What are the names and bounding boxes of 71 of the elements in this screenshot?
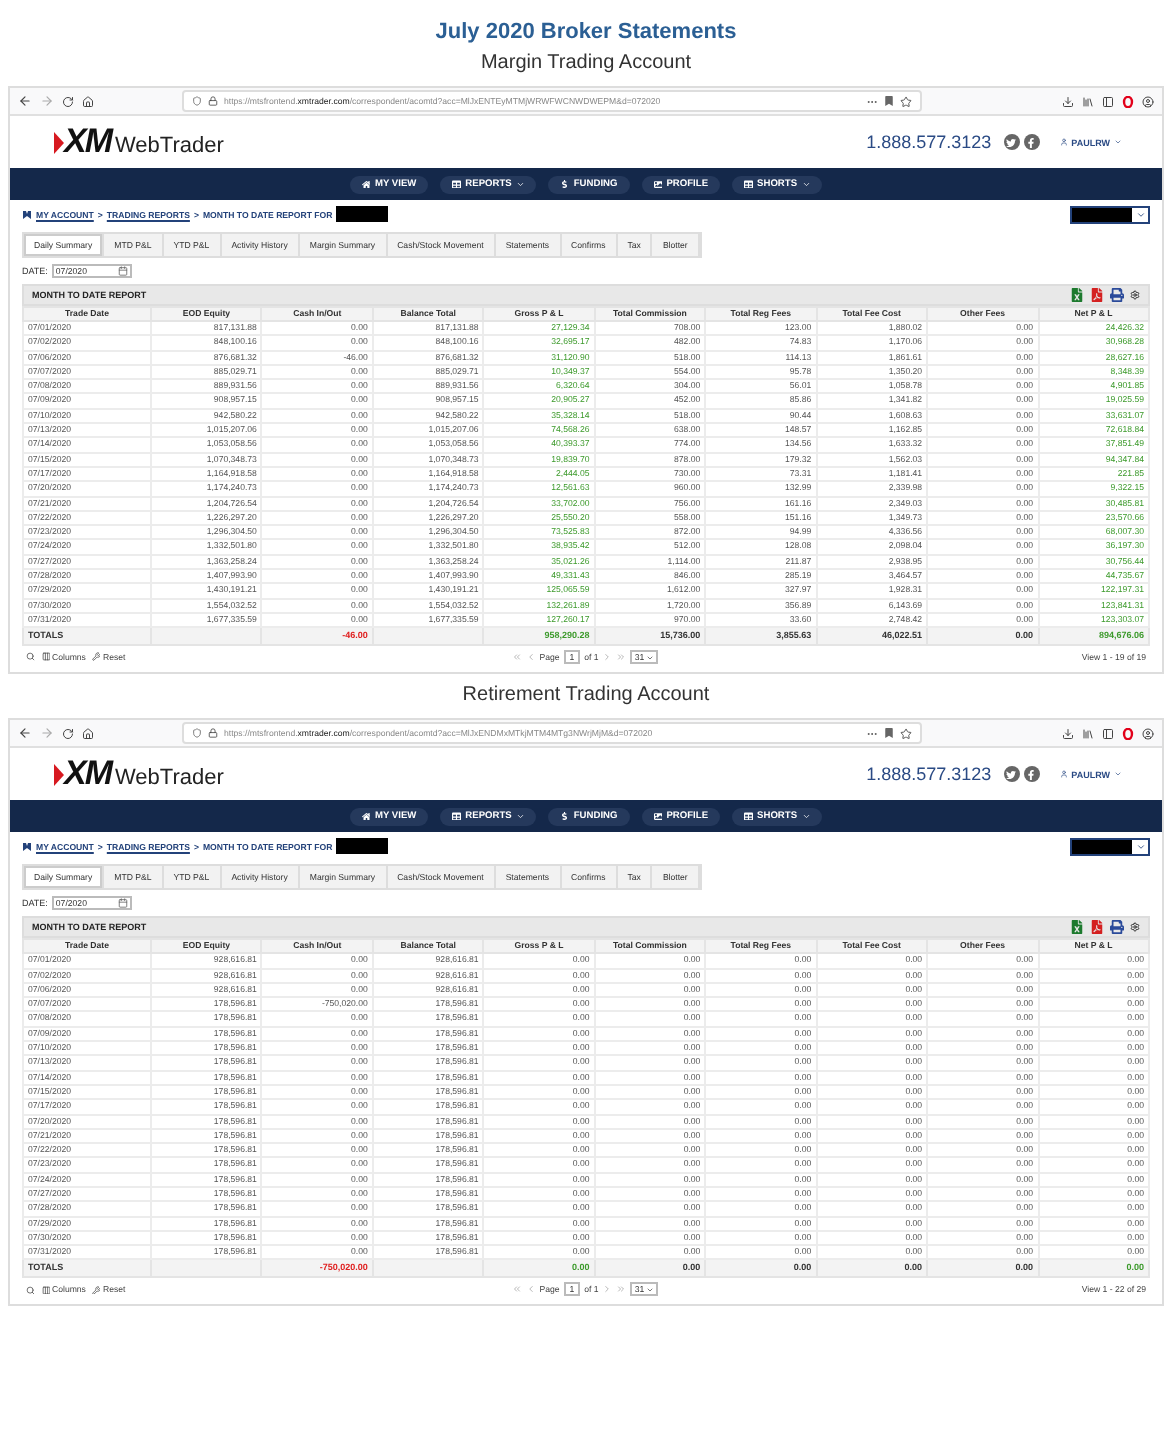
redaction-bar xyxy=(336,206,389,222)
page-heading: July 2020 Broker Statements xyxy=(435,20,737,46)
twitter-icon[interactable] xyxy=(1003,766,1020,783)
back-icon[interactable] xyxy=(18,726,32,741)
library-icon[interactable] xyxy=(1082,95,1094,107)
grid-icon xyxy=(744,811,754,821)
site-logo[interactable]: XMWebTrader xyxy=(54,126,224,158)
reload-icon[interactable] xyxy=(62,727,74,740)
account-select[interactable] xyxy=(1070,837,1150,856)
account-icon[interactable] xyxy=(1142,95,1154,107)
home-icon xyxy=(361,811,371,821)
bookmark-icon xyxy=(22,841,32,852)
pocket-icon[interactable] xyxy=(884,96,894,106)
reload-icon[interactable] xyxy=(62,95,74,107)
caret-icon xyxy=(1135,841,1145,852)
phone-number: 1.888.577.3123 xyxy=(866,764,992,785)
user-icon xyxy=(1059,770,1068,779)
facebook-icon[interactable] xyxy=(1023,134,1040,150)
home-icon[interactable] xyxy=(82,95,94,107)
search-icon[interactable] xyxy=(26,1285,35,1295)
print-icon[interactable] xyxy=(1110,288,1124,302)
account-subtitle: Retirement Trading Account xyxy=(462,684,710,709)
ring-icon[interactable] xyxy=(1122,95,1134,107)
twitter-icon[interactable] xyxy=(1003,134,1020,150)
grid-icon xyxy=(744,179,754,189)
user-icon xyxy=(1059,138,1068,146)
image-icon xyxy=(653,811,663,821)
print-icon[interactable] xyxy=(1110,920,1124,935)
pdf-icon[interactable] xyxy=(1090,288,1104,302)
lock-icon xyxy=(208,728,218,739)
download-icon[interactable] xyxy=(1062,95,1074,107)
settings-icon[interactable] xyxy=(1130,922,1140,933)
wrench-icon xyxy=(91,1285,101,1295)
shield-icon xyxy=(192,96,202,106)
sidebar-icon[interactable] xyxy=(1102,727,1114,740)
search-icon[interactable] xyxy=(26,652,35,662)
lock-icon xyxy=(208,96,218,106)
spreadsheet-icon[interactable] xyxy=(1070,920,1084,935)
spreadsheet-icon[interactable] xyxy=(1070,288,1084,302)
account-icon[interactable] xyxy=(1142,727,1154,740)
back-icon[interactable] xyxy=(18,94,32,108)
pocket-icon[interactable] xyxy=(884,728,894,739)
home-icon xyxy=(361,179,371,189)
columns-icon xyxy=(41,1285,50,1295)
grid-icon xyxy=(452,811,462,821)
dollar-icon xyxy=(560,811,570,821)
dollar-icon xyxy=(560,179,570,189)
star-icon[interactable] xyxy=(900,95,912,107)
star-icon[interactable] xyxy=(900,727,912,740)
redaction-bar xyxy=(336,838,389,855)
columns-icon xyxy=(41,652,50,662)
account-select[interactable] xyxy=(1070,205,1150,223)
site-logo[interactable]: XMWebTrader xyxy=(54,758,224,791)
caret-icon xyxy=(1135,209,1145,219)
library-icon[interactable] xyxy=(1082,727,1094,740)
bookmark-icon xyxy=(22,209,32,219)
pdf-icon[interactable] xyxy=(1090,920,1104,935)
shield-icon xyxy=(192,728,202,739)
ring-icon[interactable] xyxy=(1122,727,1134,740)
facebook-icon[interactable] xyxy=(1023,766,1040,783)
sidebar-icon[interactable] xyxy=(1102,95,1114,107)
image-icon xyxy=(653,179,663,189)
phone-number: 1.888.577.3123 xyxy=(866,132,992,152)
account-subtitle: Margin Trading Account xyxy=(480,52,692,76)
grid-icon xyxy=(452,179,462,189)
calendar-icon xyxy=(117,898,128,909)
home-icon[interactable] xyxy=(82,727,94,740)
wrench-icon xyxy=(91,652,101,662)
settings-icon[interactable] xyxy=(1130,290,1140,300)
calendar-icon xyxy=(117,266,128,276)
download-icon[interactable] xyxy=(1062,727,1074,740)
